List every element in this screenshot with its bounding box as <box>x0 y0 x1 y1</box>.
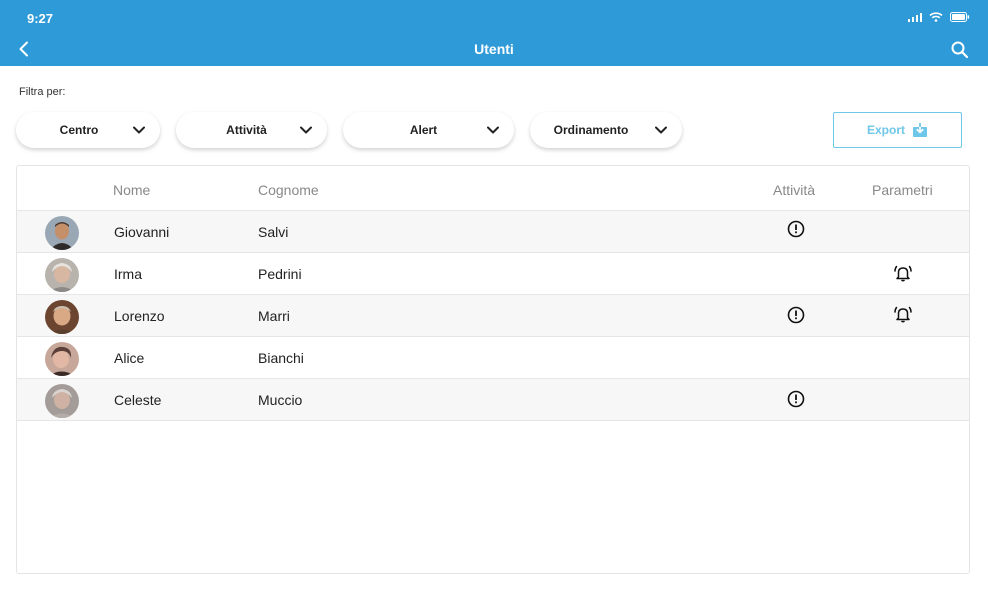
alarm-bell-icon[interactable] <box>893 263 913 283</box>
search-icon <box>951 41 969 59</box>
user-surname: Salvi <box>258 224 289 240</box>
user-surname: Muccio <box>258 392 303 408</box>
status-icons <box>907 12 971 22</box>
column-header-parameters[interactable]: Parametri <box>872 182 933 198</box>
filter-ordinamento-dropdown[interactable]: Ordinamento <box>530 112 682 148</box>
cellular-signal-icon <box>907 12 922 22</box>
user-surname: Marri <box>258 308 290 324</box>
export-button[interactable]: Export <box>833 112 962 148</box>
table-row[interactable]: Giovanni Salvi <box>17 211 969 253</box>
filter-attivita-label: Attività <box>226 123 267 137</box>
filter-centro-dropdown[interactable]: Centro <box>16 112 160 148</box>
wifi-icon <box>929 12 943 22</box>
avatar <box>45 300 79 334</box>
chevron-down-icon <box>482 119 504 141</box>
column-header-name[interactable]: Nome <box>113 182 150 198</box>
download-icon <box>913 122 927 137</box>
avatar <box>45 384 79 418</box>
user-name: Lorenzo <box>114 308 165 324</box>
filter-centro-label: Centro <box>59 123 99 137</box>
alert-circle-icon[interactable] <box>786 305 806 325</box>
avatar <box>45 216 79 250</box>
alert-circle-icon[interactable] <box>786 389 806 409</box>
table-row[interactable]: Irma Pedrini <box>17 253 969 295</box>
app-header: 9:27 Utenti <box>0 0 988 66</box>
status-time: 9:27 <box>27 11 54 26</box>
user-name: Giovanni <box>114 224 170 240</box>
user-name: Alice <box>114 350 145 366</box>
users-table: Nome Cognome Attività Parametri Giovanni… <box>16 165 970 574</box>
table-header: Nome Cognome Attività Parametri <box>17 166 969 211</box>
search-button[interactable] <box>949 39 971 61</box>
alert-circle-icon[interactable] <box>786 219 806 239</box>
filter-label: Filtra per: <box>19 86 66 98</box>
filter-ordinamento-label: Ordinamento <box>553 123 629 137</box>
alarm-bell-icon[interactable] <box>893 304 913 324</box>
user-name: Irma <box>114 266 142 282</box>
user-name: Celeste <box>114 392 162 408</box>
chevron-down-icon <box>295 119 317 141</box>
export-label: Export <box>866 123 905 137</box>
battery-icon <box>950 12 970 22</box>
user-surname: Pedrini <box>258 266 302 282</box>
column-header-activity[interactable]: Attività <box>773 182 815 198</box>
column-header-surname[interactable]: Cognome <box>258 182 319 198</box>
table-row[interactable]: Lorenzo Marri <box>17 295 969 337</box>
chevron-down-icon <box>650 119 672 141</box>
filter-alert-label: Alert <box>409 123 438 137</box>
table-row[interactable]: Alice Bianchi <box>17 337 969 379</box>
filter-alert-dropdown[interactable]: Alert <box>343 112 514 148</box>
avatar <box>45 258 79 292</box>
chevron-down-icon <box>128 119 150 141</box>
page-title: Utenti <box>474 41 514 57</box>
table-row[interactable]: Celeste Muccio <box>17 379 969 421</box>
user-surname: Bianchi <box>258 350 304 366</box>
filter-attivita-dropdown[interactable]: Attività <box>176 112 327 148</box>
avatar <box>45 342 79 376</box>
